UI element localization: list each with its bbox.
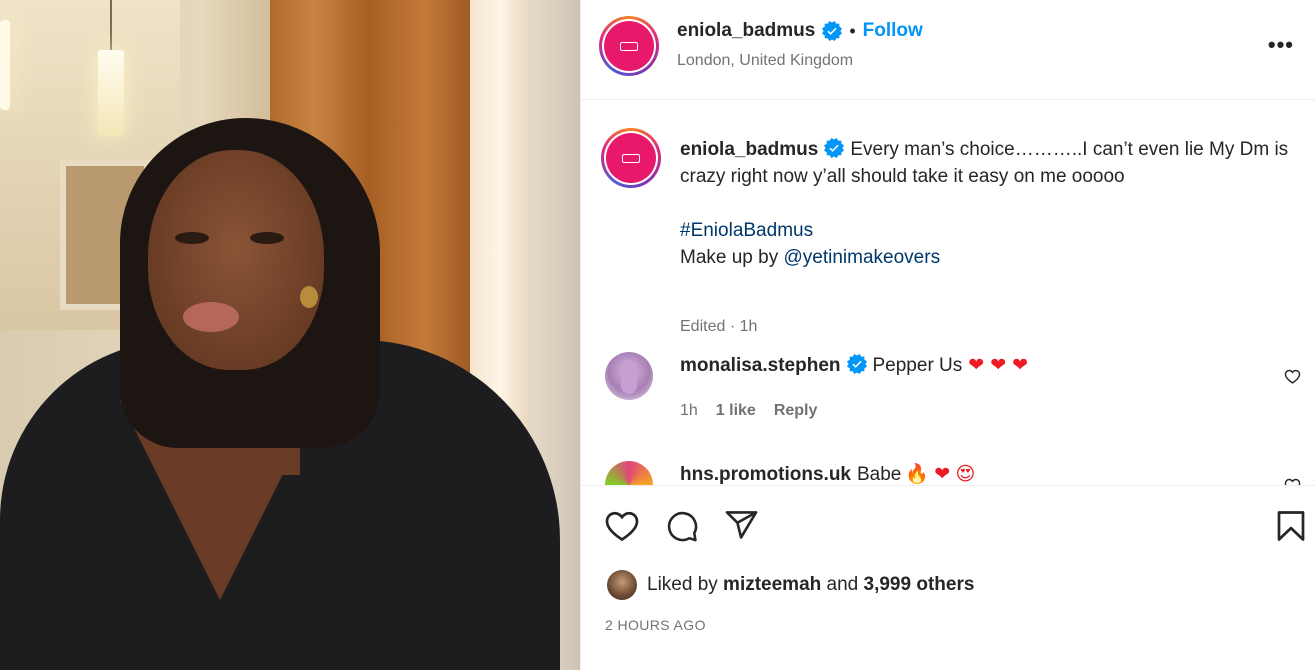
lamp-cord — [110, 0, 112, 52]
comments-section[interactable]: eniola_badmus Every man’s choice………..I c… — [581, 101, 1315, 485]
likes-others-link[interactable]: 3,999 others — [864, 574, 975, 595]
author-row: eniola_badmus • Follow — [677, 20, 923, 42]
liker-username[interactable]: mizteemah — [723, 574, 821, 595]
post-actions: Liked by mizteemah and 3,999 others 2 HO… — [581, 485, 1315, 670]
comment-text: Pepper Us — [872, 355, 963, 376]
more-options-icon[interactable]: ••• — [1268, 32, 1294, 58]
bookmark-icon[interactable] — [1273, 508, 1309, 544]
comment-heart-icon[interactable] — [1284, 477, 1301, 485]
liker-avatar[interactable] — [607, 570, 637, 600]
verified-badge-icon — [846, 354, 867, 375]
reply-button[interactable]: Reply — [774, 402, 818, 420]
comment-emojis: 🔥 ❤ 😍 — [905, 464, 976, 485]
verified-badge-icon — [824, 138, 845, 159]
caption-author-avatar[interactable] — [601, 128, 661, 188]
pendant-lamp — [0, 20, 10, 110]
comment-likes[interactable]: 1 like — [716, 402, 756, 420]
comment-line: monalisa.stephen Pepper Us ❤❤❤ — [680, 352, 1034, 380]
comment-line: hns.promotions.uk Babe 🔥 ❤ 😍 — [680, 461, 975, 485]
caption-username[interactable]: eniola_badmus — [680, 139, 818, 160]
likes-summary: Liked by mizteemah and 3,999 others — [607, 570, 974, 600]
makeup-credit-mention[interactable]: @yetinimakeovers — [784, 247, 941, 268]
post-location[interactable]: London, United Kingdom — [677, 52, 853, 70]
heart-emojis: ❤❤❤ — [968, 355, 1035, 376]
author-avatar[interactable] — [599, 16, 659, 76]
brand-logo-icon — [622, 153, 640, 163]
post-image[interactable] — [0, 0, 580, 670]
post-details-panel: eniola_badmus • Follow London, United Ki… — [580, 0, 1315, 670]
person-earring — [300, 286, 318, 308]
person-lips — [183, 302, 239, 332]
commenter-avatar[interactable] — [605, 352, 653, 400]
commenter-avatar[interactable] — [605, 461, 653, 485]
comment-item: monalisa.stephen Pepper Us ❤❤❤ 1h 1 like … — [605, 352, 1315, 432]
caption-hashtag[interactable]: #EniolaBadmus — [680, 220, 813, 241]
makeup-credit-prefix: Make up by — [680, 247, 784, 268]
person-eye — [175, 232, 209, 244]
person-eye — [250, 232, 284, 244]
person-face — [148, 150, 324, 370]
post-header: eniola_badmus • Follow London, United Ki… — [581, 0, 1315, 100]
comment-icon[interactable] — [665, 508, 699, 544]
liked-by-prefix: Liked by — [647, 574, 724, 595]
commenter-username[interactable]: hns.promotions.uk — [680, 464, 851, 485]
commenter-username[interactable]: monalisa.stephen — [680, 355, 841, 376]
liked-by-middle: and — [821, 574, 864, 595]
comment-time[interactable]: 1h — [680, 402, 698, 420]
comment-item: hns.promotions.uk Babe 🔥 ❤ 😍 — [605, 461, 1315, 485]
post-timestamp[interactable]: 2 HOURS AGO — [605, 617, 706, 633]
comment-heart-icon[interactable] — [1284, 368, 1301, 385]
verified-badge-icon — [822, 21, 843, 41]
follow-button[interactable]: Follow — [863, 20, 923, 42]
caption-text-block: eniola_badmus Every man’s choice………..I c… — [680, 136, 1310, 271]
brand-logo-icon — [620, 41, 638, 51]
share-icon[interactable] — [724, 508, 759, 543]
comment-text: Babe — [857, 464, 902, 485]
pendant-lamp — [98, 50, 124, 136]
author-username[interactable]: eniola_badmus — [677, 20, 815, 42]
heart-icon[interactable] — [604, 508, 640, 544]
separator-dot: • — [849, 20, 856, 41]
caption-meta: Edited · 1h — [680, 318, 758, 335]
comment-meta: 1h 1 like Reply — [680, 402, 817, 420]
